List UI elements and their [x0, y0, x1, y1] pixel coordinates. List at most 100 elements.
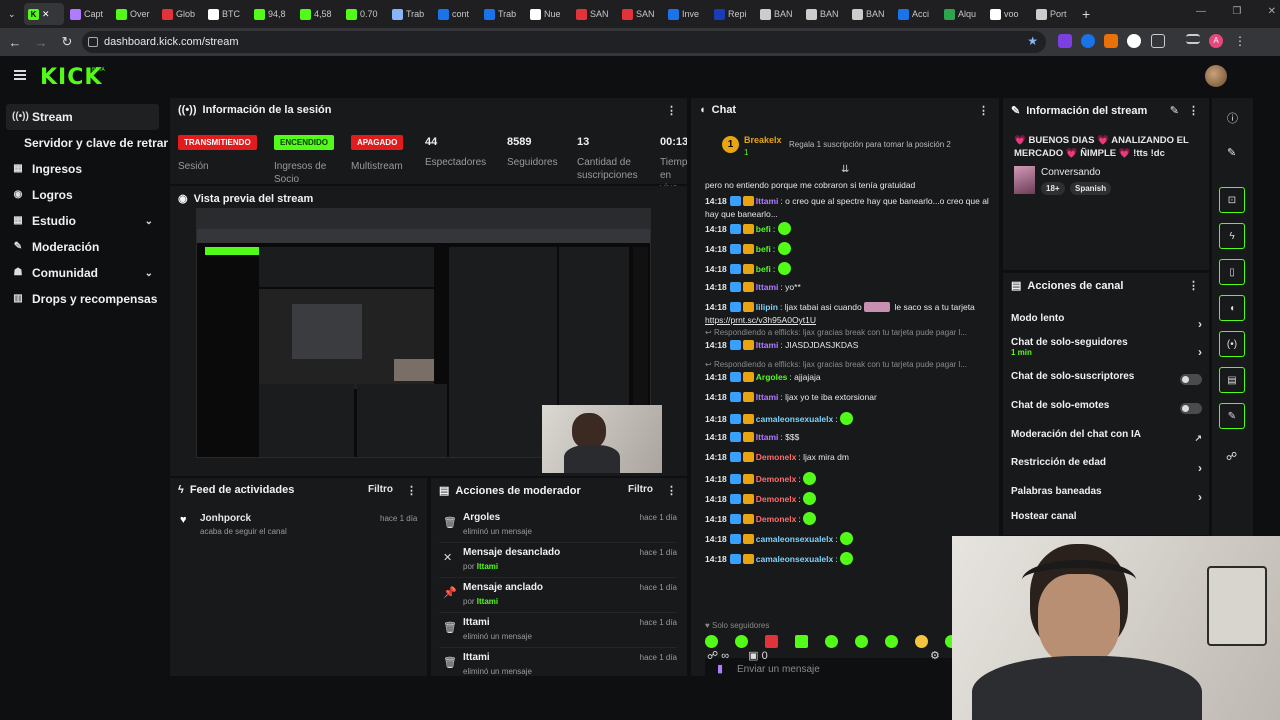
browser-tab[interactable]: Trab	[388, 3, 432, 25]
emotes-only-row[interactable]: Chat de solo-emotes	[1011, 400, 1206, 428]
chat-message[interactable]: 14:18 Ittami: JIASDJDASJKDAS	[705, 340, 990, 351]
category-thumbnail[interactable]	[1014, 166, 1035, 194]
mod-action-row[interactable]: 📌 Mensaje anclado por Ittami hace 1 día	[439, 578, 677, 613]
chat-username[interactable]: befi	[756, 264, 771, 274]
chat-username[interactable]: befi	[756, 224, 771, 234]
browser-tab[interactable]: 94,8	[250, 3, 294, 25]
chat-username[interactable]: Demonelx	[756, 452, 797, 462]
chat-message[interactable]: 14:18 Demonelx: ljax mira dm	[705, 452, 990, 463]
emote[interactable]	[825, 635, 838, 648]
chat-username[interactable]: camaleonsexualelx	[756, 414, 834, 424]
tag-pill[interactable]: Spanish	[1070, 182, 1112, 195]
reload-icon[interactable]: ↻	[60, 34, 74, 50]
emote[interactable]	[839, 412, 853, 425]
chat-message[interactable]: 14:18 befi:	[705, 262, 990, 275]
profile-icon[interactable]: A	[1209, 34, 1223, 48]
mod-action-row[interactable]: 🗑 Ittami eliminó un mensaje hace 1 día	[439, 648, 677, 676]
emote[interactable]	[855, 635, 868, 648]
edit-icon[interactable]: ✎	[1227, 146, 1236, 159]
chat-message[interactable]: 14:18 Ittami: yo**	[705, 282, 990, 293]
rail-wrench-button[interactable]: ✎	[1219, 403, 1245, 429]
info-icon[interactable]: ⓘ	[1227, 110, 1238, 126]
emote[interactable]	[915, 635, 928, 648]
followers-only-row[interactable]: Chat de solo-seguidores 1 min ›	[1011, 337, 1206, 365]
age-restriction-row[interactable]: Restricción de edad ›	[1011, 457, 1206, 485]
emotes-only-toggle[interactable]	[1180, 403, 1202, 414]
rail-lightning-button[interactable]: ϟ	[1219, 223, 1245, 249]
chat-message[interactable]: 14:18 Demonelx:	[705, 512, 990, 525]
user-avatar[interactable]	[1205, 65, 1227, 87]
rail-focus-button[interactable]: ⊡	[1219, 187, 1245, 213]
chat-username[interactable]: Demonelx	[756, 474, 797, 484]
mod-action-row[interactable]: 🗑 Ittami eliminó un mensaje hace 1 día	[439, 613, 677, 648]
browser-tab[interactable]: BTC	[204, 3, 248, 25]
extension-icon[interactable]	[1058, 34, 1072, 48]
browser-tab[interactable]: Nue	[526, 3, 570, 25]
chat-link[interactable]: https://prnt.sc/v3h95A0Oyt1U	[705, 315, 816, 325]
browser-tab[interactable]: SAN	[618, 3, 662, 25]
users-icon[interactable]: ☍	[1226, 450, 1237, 463]
sidebar-item-server-key[interactable]: Servidor y clave de retransmisión	[18, 130, 168, 156]
chat-message[interactable]: 14:18 camaleonsexualelx:	[705, 532, 990, 545]
sidebar-item-estudio[interactable]: ▦ Estudio ⌄	[6, 208, 159, 234]
filter-button[interactable]: Filtro	[628, 484, 653, 495]
mod-action-row[interactable]: 🗑 Argoles eliminó un mensaje hace 1 día	[439, 508, 677, 543]
sidebar-item-moderacion[interactable]: ✎ Moderación	[6, 234, 159, 260]
extension-icon[interactable]	[1104, 34, 1118, 48]
bookmark-star-icon[interactable]: ★	[1027, 34, 1038, 48]
pin-toggle-icon[interactable]: ⇊	[841, 164, 849, 175]
chat-username[interactable]: befi	[756, 244, 771, 254]
sidebar-item-drops[interactable]: ▥ Drops y recompensas	[6, 286, 159, 312]
rail-layout-button[interactable]: ▤	[1219, 367, 1245, 393]
browser-tab[interactable]: BAN	[756, 3, 800, 25]
emote[interactable]	[765, 635, 778, 648]
chat-message[interactable]: 14:18 Ittami: o creo que al spectre hay q…	[705, 196, 990, 207]
browser-tab[interactable]: Alqu	[940, 3, 984, 25]
chat-message[interactable]: 14:18 camaleonsexualelx:	[705, 412, 990, 425]
activity-user[interactable]: Jonhporck	[200, 513, 251, 524]
browser-tab[interactable]: BAN	[802, 3, 846, 25]
browser-tab[interactable]: Capt	[66, 3, 110, 25]
browser-tab[interactable]: voo	[986, 3, 1030, 25]
back-icon[interactable]: ←	[8, 35, 22, 50]
site-info-icon[interactable]	[88, 37, 98, 47]
browser-tab[interactable]: Repi	[710, 3, 754, 25]
sidebar-item-ingresos[interactable]: ▦ Ingresos	[6, 156, 159, 182]
chat-username[interactable]: Ittami	[756, 432, 779, 442]
top-gifter-name[interactable]: Breakelx	[744, 135, 782, 145]
chat-message[interactable]: 14:18 befi:	[705, 242, 990, 255]
chat-message[interactable]: 14:18 Demonelx:	[705, 492, 990, 505]
ai-moderation-row[interactable]: Moderación del chat con IA ↗	[1011, 429, 1206, 457]
chat-reply-context[interactable]: ↩ Respondiendo a elflicks: ljax gracias …	[705, 360, 967, 369]
close-window-icon[interactable]: ✕	[1268, 6, 1276, 17]
chat-reply-context[interactable]: ↩ Respondiendo a elflicks: ljax gracias …	[705, 328, 967, 337]
emote[interactable]	[777, 222, 791, 235]
extensions-puzzle-icon[interactable]	[1151, 34, 1165, 48]
chat-username[interactable]: camaleonsexualelx	[756, 554, 834, 564]
users-icon[interactable]: ☍	[707, 650, 718, 662]
chat-message[interactable]: 14:18 Ittami: $$$	[705, 432, 990, 443]
emote[interactable]	[803, 472, 817, 485]
more-options-icon[interactable]: ⋮	[666, 484, 677, 497]
emote[interactable]	[803, 512, 817, 525]
browser-tab[interactable]: SAN	[572, 3, 616, 25]
chat-message[interactable]: 14:18 Ittami: ljax yo te iba extorsionar	[705, 392, 990, 403]
chat-username[interactable]: Demonelx	[756, 494, 797, 504]
chat-username[interactable]: Demonelx	[756, 514, 797, 524]
minimize-icon[interactable]: —	[1196, 6, 1206, 17]
browser-tab[interactable]: Glob	[158, 3, 202, 25]
trophy-icon[interactable]: ▣	[748, 650, 758, 662]
chat-message[interactable]: 14:18 befi:	[705, 222, 990, 235]
emote[interactable]	[803, 492, 817, 505]
more-options-icon[interactable]: ⋮	[1188, 104, 1199, 117]
chat-username[interactable]: Ittami	[756, 196, 779, 206]
address-bar[interactable]: dashboard.kick.com/stream ★	[82, 31, 1046, 53]
new-tab-button[interactable]: +	[1078, 3, 1096, 25]
browser-tab[interactable]: 4,58	[296, 3, 340, 25]
emote[interactable]	[777, 262, 791, 275]
gift-sub-prompt[interactable]: Regala 1 suscripción para tomar la posic…	[789, 140, 951, 149]
extension-icon[interactable]	[1081, 34, 1095, 48]
tab-list-button[interactable]: ⌄	[4, 3, 22, 25]
sidebar-item-comunidad[interactable]: ☗ Comunidad ⌄	[6, 260, 159, 286]
emote[interactable]	[885, 635, 898, 648]
